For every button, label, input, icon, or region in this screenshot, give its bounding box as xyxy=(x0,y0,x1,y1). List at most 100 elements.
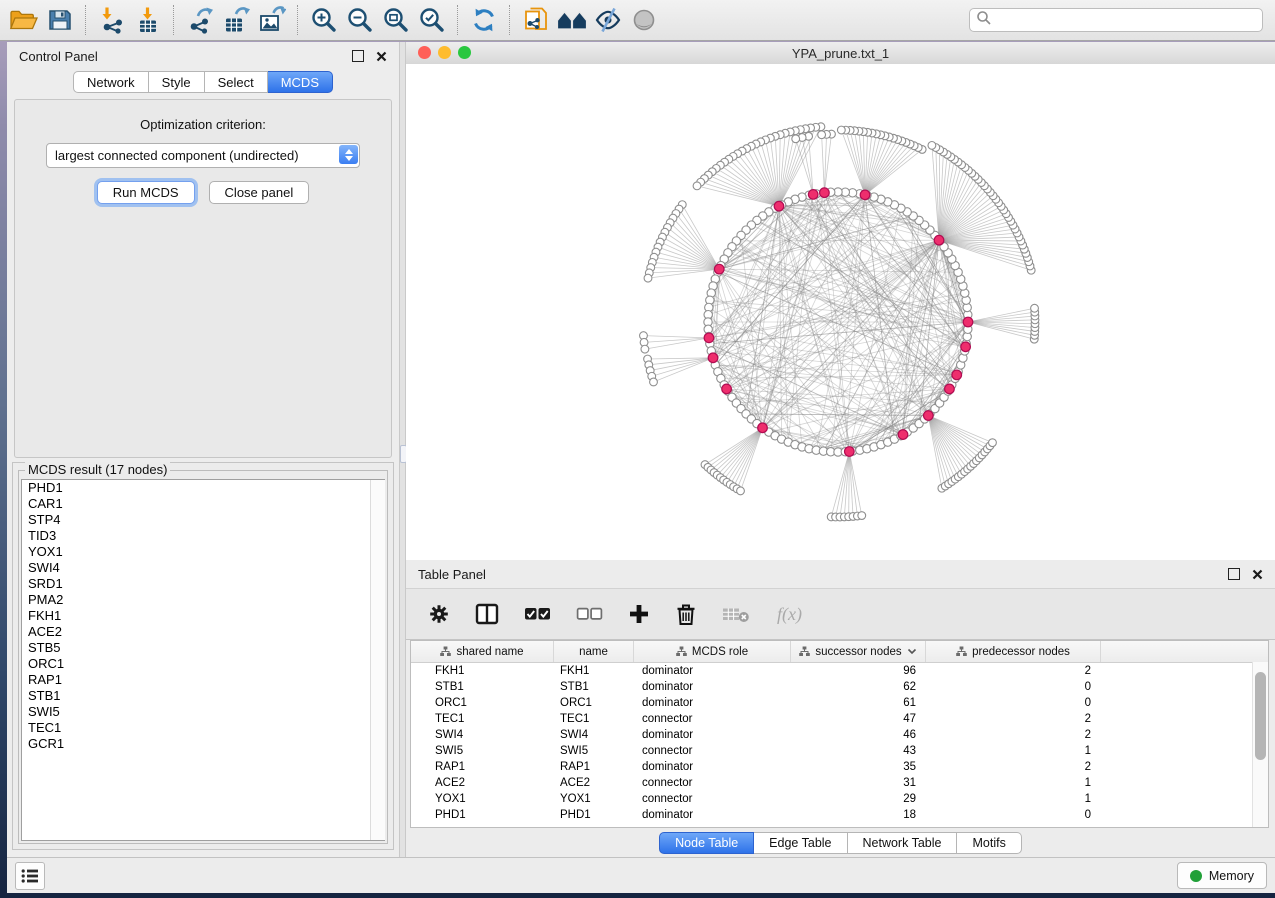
tab-node-table[interactable]: Node Table xyxy=(659,832,754,854)
mcds-result-item[interactable]: ORC1 xyxy=(22,656,384,672)
mcds-node[interactable] xyxy=(898,430,908,440)
zoom-fit-button[interactable] xyxy=(378,4,414,36)
column-header-predecessor-nodes[interactable]: predecessor nodes xyxy=(926,641,1101,662)
table-scrollbar-thumb[interactable] xyxy=(1255,672,1266,760)
mcds-node[interactable] xyxy=(860,190,870,200)
tab-select[interactable]: Select xyxy=(205,71,268,93)
mcds-node[interactable] xyxy=(961,342,971,352)
show-all-button[interactable] xyxy=(626,4,662,36)
leaf-node[interactable] xyxy=(858,512,866,520)
tab-edge-table[interactable]: Edge Table xyxy=(754,832,847,854)
delete-column-button[interactable] xyxy=(675,602,697,626)
close-table-panel-icon[interactable] xyxy=(1252,569,1263,580)
export-image-button[interactable] xyxy=(254,4,290,36)
zoom-out-button[interactable] xyxy=(342,4,378,36)
criterion-select[interactable]: largest connected component (undirected) xyxy=(46,143,360,168)
save-session-button[interactable] xyxy=(42,4,78,36)
table-settings-button[interactable] xyxy=(428,603,450,625)
float-table-panel-icon[interactable] xyxy=(1228,568,1240,580)
float-panel-icon[interactable] xyxy=(352,50,364,62)
table-row[interactable]: RAP1RAP1dominator352 xyxy=(411,759,1268,775)
close-panel-icon[interactable] xyxy=(376,51,387,62)
table-row[interactable]: SWI5SWI5connector431 xyxy=(411,743,1268,759)
leaf-node[interactable] xyxy=(837,126,845,134)
result-list-scrollbar[interactable] xyxy=(370,480,385,840)
tab-mcds[interactable]: MCDS xyxy=(268,71,333,93)
mcds-result-item[interactable]: STP4 xyxy=(22,512,384,528)
mcds-result-item[interactable]: SWI5 xyxy=(22,704,384,720)
mcds-node[interactable] xyxy=(774,201,784,211)
search-input[interactable] xyxy=(992,10,1262,30)
toggle-column-display-button[interactable] xyxy=(475,603,499,625)
mcds-node[interactable] xyxy=(945,384,955,394)
table-row[interactable]: SWI4SWI4dominator462 xyxy=(411,727,1268,743)
mcds-result-item[interactable]: SWI4 xyxy=(22,560,384,576)
mcds-node[interactable] xyxy=(934,235,944,245)
column-header-shared-name[interactable]: shared name xyxy=(411,641,554,662)
mcds-result-item[interactable]: STB1 xyxy=(22,688,384,704)
leaf-node[interactable] xyxy=(650,378,658,386)
network-canvas-svg[interactable] xyxy=(406,64,1275,560)
column-header-name[interactable]: name xyxy=(554,641,634,662)
leaf-node[interactable] xyxy=(928,142,936,150)
open-session-button[interactable] xyxy=(6,4,42,36)
window-minimize-light[interactable] xyxy=(438,46,451,59)
mcds-node[interactable] xyxy=(820,188,830,198)
new-network-from-selection-button[interactable] xyxy=(518,4,554,36)
mcds-result-item[interactable]: FKH1 xyxy=(22,608,384,624)
import-network-button[interactable] xyxy=(94,4,130,36)
memory-button[interactable]: Memory xyxy=(1177,862,1267,889)
run-mcds-button[interactable]: Run MCDS xyxy=(97,181,195,204)
leaf-node[interactable] xyxy=(792,135,800,143)
network-canvas[interactable] xyxy=(406,64,1275,560)
table-row[interactable]: STB1STB1dominator620 xyxy=(411,679,1268,695)
mcds-result-item[interactable]: TEC1 xyxy=(22,720,384,736)
tab-network-table[interactable]: Network Table xyxy=(848,832,958,854)
mcds-node[interactable] xyxy=(845,447,855,457)
import-table-button[interactable] xyxy=(130,4,166,36)
zoom-selected-button[interactable] xyxy=(414,4,450,36)
select-all-columns-button[interactable] xyxy=(524,607,551,621)
hide-selected-button[interactable] xyxy=(590,4,626,36)
mcds-node[interactable] xyxy=(708,353,718,363)
export-table-button[interactable] xyxy=(218,4,254,36)
first-neighbors-button[interactable] xyxy=(554,4,590,36)
table-row[interactable]: PHD1PHD1dominator180 xyxy=(411,807,1268,823)
vertical-splitter[interactable] xyxy=(399,42,406,857)
mcds-node[interactable] xyxy=(704,333,714,343)
zoom-in-button[interactable] xyxy=(306,4,342,36)
leaf-node[interactable] xyxy=(818,131,826,139)
task-history-button[interactable] xyxy=(15,862,45,890)
leaf-node[interactable] xyxy=(644,274,652,282)
mcds-result-list[interactable]: PHD1CAR1STP4TID3YOX1SWI4SRD1PMA2FKH1ACE2… xyxy=(21,479,385,841)
mcds-node[interactable] xyxy=(722,384,732,394)
window-close-light[interactable] xyxy=(418,46,431,59)
table-row[interactable]: TEC1TEC1connector472 xyxy=(411,711,1268,727)
apply-layout-button[interactable] xyxy=(466,4,502,36)
mcds-node[interactable] xyxy=(952,370,962,380)
leaf-node[interactable] xyxy=(989,439,997,447)
leaf-node[interactable] xyxy=(693,182,701,190)
add-column-button[interactable] xyxy=(628,603,650,625)
column-header-MCDS-role[interactable]: MCDS role xyxy=(634,641,791,662)
mcds-result-item[interactable]: PHD1 xyxy=(22,480,384,496)
table-scrollbar[interactable] xyxy=(1252,662,1268,827)
mcds-result-item[interactable]: PMA2 xyxy=(22,592,384,608)
table-row[interactable]: ORC1ORC1dominator610 xyxy=(411,695,1268,711)
tab-network[interactable]: Network xyxy=(73,71,149,93)
window-zoom-light[interactable] xyxy=(458,46,471,59)
mcds-result-item[interactable]: RAP1 xyxy=(22,672,384,688)
leaf-node[interactable] xyxy=(641,345,649,353)
mcds-result-item[interactable]: SRD1 xyxy=(22,576,384,592)
leaf-node[interactable] xyxy=(1031,304,1039,312)
column-header-successor-nodes[interactable]: successor nodes xyxy=(791,641,926,662)
mcds-node[interactable] xyxy=(714,264,724,274)
close-panel-button[interactable]: Close panel xyxy=(209,181,310,204)
mcds-node[interactable] xyxy=(808,190,818,200)
deselect-all-columns-button[interactable] xyxy=(576,607,603,621)
mcds-node[interactable] xyxy=(758,423,768,433)
tab-style[interactable]: Style xyxy=(149,71,205,93)
mcds-result-item[interactable]: YOX1 xyxy=(22,544,384,560)
mcds-result-item[interactable]: GCR1 xyxy=(22,736,384,752)
export-network-button[interactable] xyxy=(182,4,218,36)
